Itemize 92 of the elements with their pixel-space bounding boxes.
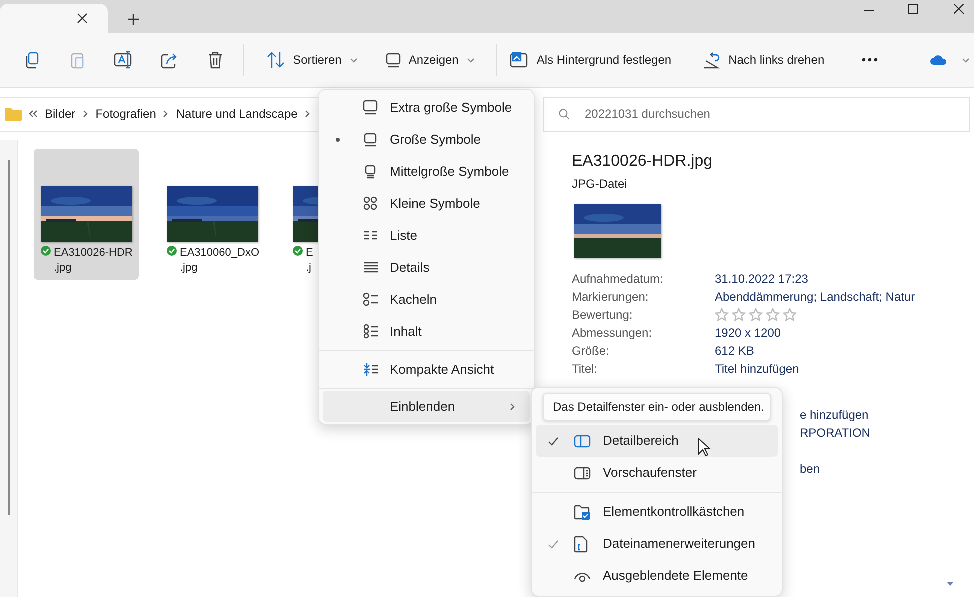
file-item[interactable]: EA310026-HDR .jpg (34, 149, 139, 280)
large-icons-icon (363, 132, 379, 148)
menu-item[interactable]: Details (323, 252, 530, 284)
content-view-icon (363, 324, 379, 340)
star-icon[interactable] (783, 308, 797, 322)
caret-icon (962, 58, 970, 62)
close-tab-icon[interactable] (77, 13, 88, 24)
file-name: EA310026-HDR .jpg (54, 246, 133, 276)
property-label: Größe: (572, 343, 610, 360)
menu-item[interactable]: Kleine Symbole (323, 188, 530, 220)
chevron-icon (304, 110, 311, 118)
menu-item[interactable]: Kompakte Ansicht (323, 353, 530, 386)
property-value[interactable]: Titel hinzufügen (715, 360, 800, 378)
view-icon (386, 52, 401, 68)
property-label: Bewertung: (572, 307, 634, 324)
sync-ok-icon (167, 246, 177, 256)
star-icon[interactable] (715, 308, 729, 322)
search-field[interactable]: 20221031 durchsuchen (543, 96, 970, 132)
sync-ok-icon (41, 246, 51, 256)
menu-item[interactable]: Detailbereich (536, 425, 778, 457)
maximize-icon[interactable] (908, 4, 918, 14)
close-icon[interactable] (954, 4, 964, 14)
menu-item[interactable]: Dateinamenerweiterungen (536, 528, 778, 560)
property-value[interactable]: ben (800, 460, 974, 478)
image-icon (510, 52, 528, 68)
star-icon[interactable] (766, 308, 780, 322)
toolbar-dropdown[interactable]: Sortieren (257, 44, 368, 76)
rotate-left-icon (702, 52, 720, 68)
details-pane-icon (574, 434, 591, 448)
compact-view-icon (363, 362, 379, 378)
file-name: EA310060_DxO .jpg (180, 246, 260, 276)
chevron-icon (82, 110, 89, 118)
small-icons-icon (363, 196, 379, 212)
menu-item[interactable]: Elementkontrollkästchen (536, 496, 778, 528)
trash-icon (206, 51, 224, 69)
clipboard-icon (70, 51, 85, 69)
star-icon[interactable] (749, 308, 763, 322)
search-icon (559, 108, 570, 120)
toolbar-button[interactable]: Als Hintergrund festlegen (502, 44, 680, 76)
breadcrumb-item[interactable]: Nature und Landscape (176, 105, 298, 123)
chevron-right-icon (510, 402, 516, 410)
file-item[interactable]: EA310060_DxO .jpg (160, 149, 265, 280)
toolbar-dropdown[interactable]: Anzeigen (376, 44, 485, 76)
tooltip: Das Detailfenster ein- oder ausblenden. (543, 393, 771, 421)
menu-item[interactable]: Mittelgroße Symbole (323, 156, 530, 188)
file-title: EA310026-HDR.jpg (572, 152, 714, 172)
folder-icon (5, 107, 22, 121)
property-value[interactable]: 612 KB (715, 342, 754, 360)
rename-icon (114, 51, 132, 69)
file-type: JPG-Datei (572, 176, 628, 193)
property-value[interactable]: e hinzufügen (800, 406, 974, 424)
menu-item[interactable]: Inhalt (323, 316, 530, 348)
toolbar-button[interactable]: Nach links drehen (694, 44, 833, 76)
property-value[interactable]: Abenddämmerung; Landschaft; Natur (715, 288, 916, 306)
mouse-cursor (698, 438, 711, 457)
menu-item[interactable]: Kacheln (323, 284, 530, 316)
address-bar[interactable]: Bilder Fotografien Nature und Landscape (0, 96, 330, 132)
tiles-view-icon (363, 292, 379, 308)
property-label: Abmessungen: (572, 325, 654, 342)
star-icon[interactable] (732, 308, 746, 322)
sort-icon (267, 51, 286, 69)
overflow-chevrons-icon[interactable] (29, 110, 38, 118)
scroll-down-icon[interactable] (947, 582, 954, 586)
cloud-icon (930, 54, 947, 66)
submenu-item[interactable]: Einblenden (323, 391, 530, 422)
file-name: E .j (306, 246, 314, 276)
check-icon (548, 540, 558, 548)
menu-item[interactable]: Vorschaufenster (536, 457, 778, 489)
new-tab-icon[interactable] (128, 14, 139, 25)
check-icon (548, 436, 558, 446)
share-icon (160, 51, 178, 69)
scrollbar[interactable] (8, 160, 10, 515)
caret-icon (466, 58, 475, 62)
more-icon (862, 58, 878, 62)
document-icon (574, 536, 588, 552)
extra-large-icons-icon (363, 100, 379, 116)
property-value[interactable]: 1920 x 1200 (715, 324, 782, 342)
breadcrumb-item[interactable]: Bilder (45, 105, 76, 123)
breadcrumb-item[interactable]: Fotografien (96, 105, 156, 123)
menu-item[interactable]: Ausgeblendete Elemente (536, 560, 778, 592)
folder-checkbox-icon (574, 504, 591, 520)
chevron-icon (163, 110, 170, 118)
property-label: Markierungen: (572, 289, 650, 306)
menu-item[interactable]: Liste (323, 220, 530, 252)
preview-pane-icon (574, 466, 591, 480)
property-label: Aufnahmedatum: (572, 271, 664, 288)
property-label: Titel: (572, 361, 599, 378)
property-value[interactable]: 31.10.2022 17:23 (715, 270, 808, 288)
sync-ok-icon (293, 246, 303, 256)
property-value[interactable]: RPORATION (800, 424, 974, 442)
eye-icon (574, 570, 591, 582)
caret-icon (350, 58, 358, 62)
